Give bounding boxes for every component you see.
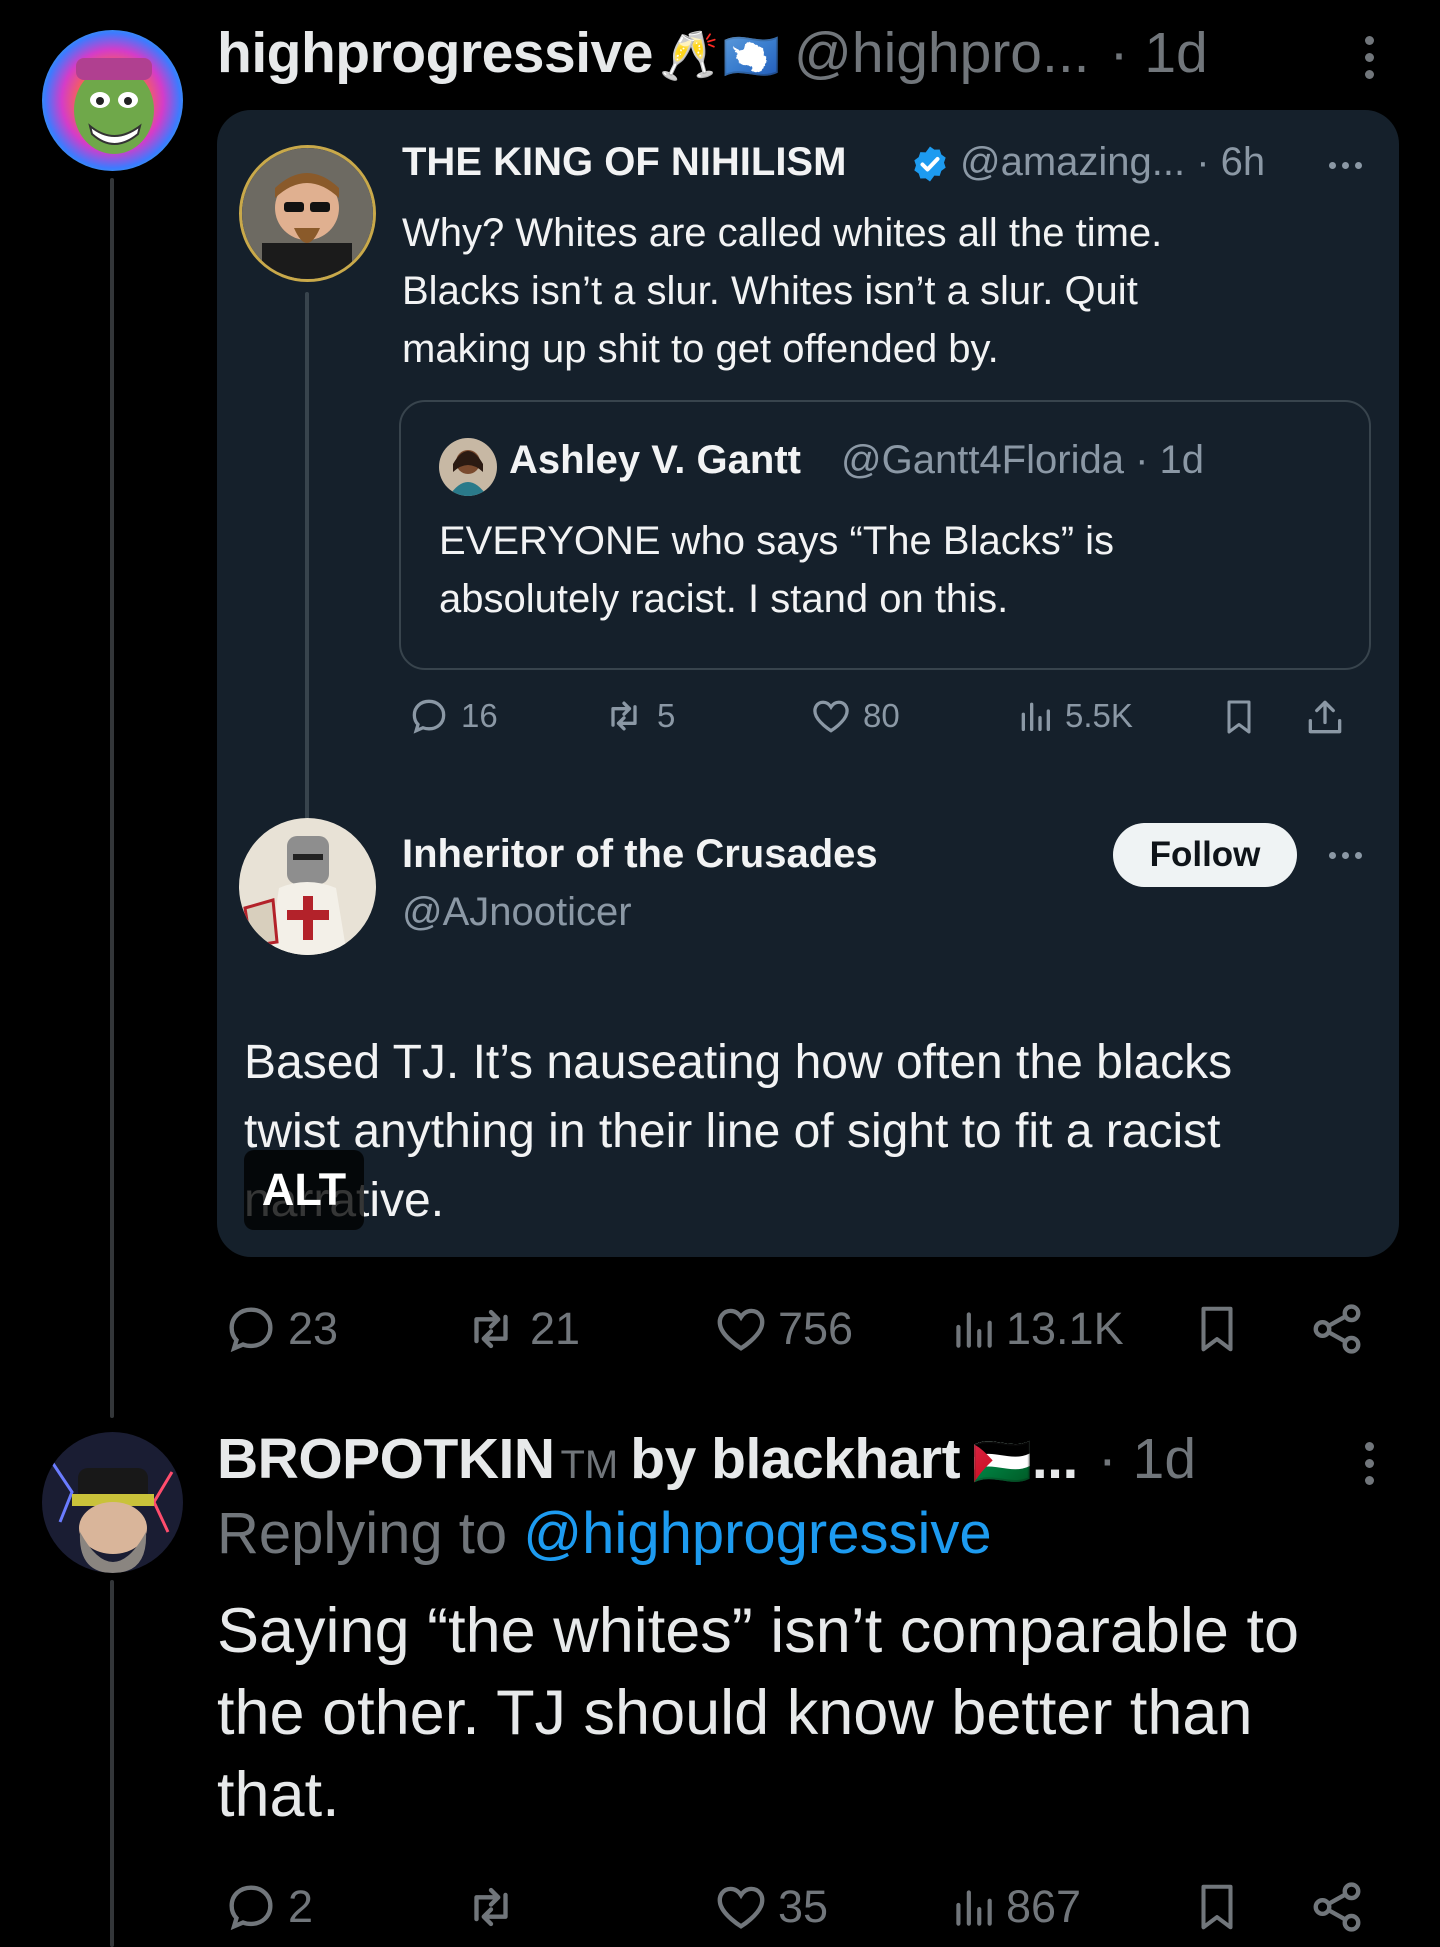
thread-line-top <box>110 178 114 1418</box>
reply-text: Based TJ. It’s nauseating how often the … <box>244 1028 1364 1235</box>
views-icon <box>956 1890 992 1926</box>
post1-header: highprogressive 🥂 🇦🇶 @highpro... · 1d <box>217 20 1208 86</box>
replying-prefix: Replying to <box>217 1501 508 1566</box>
quoted-bookmark-icon <box>1219 694 1259 740</box>
post1-like-button[interactable]: 756 <box>712 1300 853 1358</box>
quoted-share-icon <box>1303 694 1347 740</box>
screenshot-image-card[interactable]: THE KING OF NIHILISM @amazing... · 6h Wh… <box>217 110 1399 1257</box>
post2-tm: TM <box>560 1443 619 1487</box>
reply-text-line-3: narrative. <box>244 1166 1364 1235</box>
quoted-views-action: 5.5K <box>1015 694 1133 738</box>
inner-display-name: Ashley V. Gantt <box>509 438 801 482</box>
post2-header: BROPOTKIN TM by blackhart 🇵🇸 ... · 1d <box>217 1426 1196 1492</box>
post1-more-icon[interactable] <box>1365 36 1374 79</box>
post2-flag: 🇵🇸 <box>972 1436 1032 1489</box>
quoted-like-count: 80 <box>863 697 900 734</box>
post1-repost-button[interactable]: 21 <box>460 1300 580 1358</box>
inner-text-line-2: absolutely racist. I stand on this. <box>439 577 1009 621</box>
post1-share-icon[interactable] <box>1308 1300 1366 1358</box>
post2-repost-button[interactable] <box>460 1878 530 1936</box>
post1-emoji-cheers: 🥂 <box>658 30 719 83</box>
post1-display-name[interactable]: highprogressive <box>217 20 653 86</box>
quoted-repost-count: 5 <box>657 697 676 734</box>
quoted-handle-time: @amazing... · 6h <box>960 140 1266 184</box>
post2-text-line-3: that. <box>217 1760 340 1830</box>
reply-icon <box>412 699 446 734</box>
quoted-text-line-3: making up shit to get offended by. <box>402 327 999 371</box>
post1-time[interactable]: · 1d <box>1110 20 1208 86</box>
thread-line-bottom <box>110 1580 114 1947</box>
post2-views-count: 867 <box>1006 1881 1082 1932</box>
inner-text-line-1: EVERYONE who says “The Blacks” is <box>439 519 1115 563</box>
like-icon <box>717 1886 765 1929</box>
post1-views-button[interactable]: 13.1K <box>948 1300 1124 1358</box>
post2-views-button[interactable]: 867 <box>948 1878 1081 1936</box>
avatar-king-of-nihilism <box>239 145 376 282</box>
post1-emoji-flag: 🇦🇶 <box>722 30 780 82</box>
post2-more-icon[interactable] <box>1365 1442 1374 1485</box>
quoted-text-line-2: Blacks isn’t a slur. Whites isn’t a slur… <box>402 269 1138 313</box>
post2-reply-button[interactable]: 2 <box>222 1878 313 1936</box>
like-icon <box>717 1308 765 1351</box>
avatar-highprogressive[interactable] <box>42 30 183 171</box>
quoted-like-action: 80 <box>809 694 900 738</box>
post2-text: Saying “the whites” isn’t comparable to … <box>217 1590 1397 1836</box>
quoted-display-name: THE KING OF NIHILISM <box>402 140 847 184</box>
inner-quote-box: Ashley V. Gantt @Gantt4Florida · 1d EVER… <box>399 400 1371 670</box>
post2-display-name-rest[interactable]: by blackhart <box>630 1426 960 1492</box>
replying-to: Replying to @highprogressive <box>217 1500 992 1567</box>
quoted-views-count: 5.5K <box>1065 697 1133 734</box>
post2-text-line-2: the other. TJ should know better than <box>217 1678 1253 1748</box>
post2-like-count: 35 <box>778 1881 829 1932</box>
reply-more-icon <box>1329 852 1362 859</box>
quoted-more-icon <box>1329 162 1362 169</box>
post2-reply-count: 2 <box>288 1881 314 1932</box>
reply-text-line-1: Based TJ. It’s nauseating how often the … <box>244 1036 1233 1089</box>
repost-icon <box>474 1887 508 1927</box>
reply-handle: @AJnooticer <box>402 890 632 934</box>
inner-handle-time: @Gantt4Florida · 1d <box>841 438 1204 482</box>
quoted-reply-action: 16 <box>407 694 498 738</box>
quoted-repost-action: 5 <box>601 694 675 738</box>
post1-bookmark-icon[interactable] <box>1190 1300 1244 1358</box>
avatar-inheritor-crusades <box>239 818 376 955</box>
reply-icon <box>229 1885 273 1931</box>
avatar-bropotkin[interactable] <box>42 1432 183 1573</box>
post2-time[interactable]: · 1d <box>1098 1426 1196 1492</box>
post2-ellipsis: ... <box>1031 1427 1079 1491</box>
post1-reply-button[interactable]: 23 <box>222 1300 338 1358</box>
post1-reply-count: 23 <box>288 1303 339 1354</box>
reply-display-name: Inheritor of the Crusades <box>402 832 878 876</box>
like-icon <box>813 700 849 733</box>
post1-handle[interactable]: @highpro... <box>794 20 1090 86</box>
post1-repost-count: 21 <box>530 1303 581 1354</box>
post2-share-icon[interactable] <box>1308 1878 1366 1936</box>
follow-button: Follow <box>1113 823 1297 887</box>
replying-handle-link[interactable]: @highprogressive <box>523 1501 991 1566</box>
post2-like-button[interactable]: 35 <box>712 1878 828 1936</box>
alt-text-badge[interactable]: ALT <box>244 1150 364 1230</box>
post2-text-line-1: Saying “the whites” isn’t comparable to <box>217 1596 1300 1666</box>
views-icon <box>956 1312 992 1348</box>
reply-icon <box>229 1307 273 1353</box>
quoted-text-line-1: Why? Whites are called whites all the ti… <box>402 211 1163 255</box>
post1-like-count: 756 <box>778 1303 854 1354</box>
post1-views-count: 13.1K <box>1006 1303 1124 1354</box>
avatar-ashley-gantt <box>439 438 497 496</box>
reply-text-line-2: twist anything in their line of sight to… <box>244 1105 1221 1158</box>
post2-display-name[interactable]: BROPOTKIN <box>217 1426 555 1492</box>
card-thread-line <box>305 292 309 898</box>
verified-icon <box>910 144 950 189</box>
repost-icon <box>474 1309 508 1349</box>
repost-icon <box>611 701 637 731</box>
quoted-reply-count: 16 <box>461 697 498 734</box>
views-icon <box>1021 702 1050 731</box>
post2-bookmark-icon[interactable] <box>1190 1878 1244 1936</box>
